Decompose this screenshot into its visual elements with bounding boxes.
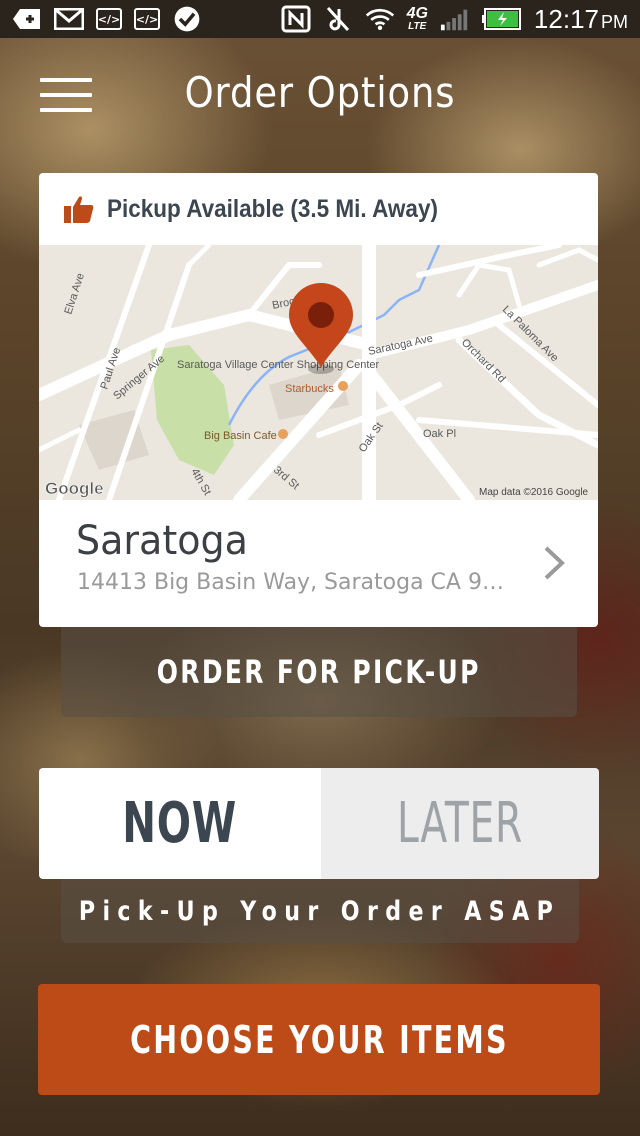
location-card: Pickup Available (3.5 Mi. Away) Elva Ave… xyxy=(39,173,598,627)
map-street-label: Oak Pl xyxy=(423,428,456,440)
choose-items-label: CHOOSE YOUR ITEMS xyxy=(129,1017,509,1062)
pickup-time-note: Pick-Up Your Order ASAP xyxy=(61,879,579,943)
code-icon: </> xyxy=(96,8,122,30)
now-label: NOW xyxy=(122,791,238,856)
map-attribution: Map data ©2016 Google xyxy=(479,487,589,498)
later-option[interactable]: LATER xyxy=(321,768,599,879)
order-for-pickup-button[interactable]: ORDER FOR PICK-UP xyxy=(61,627,577,717)
check-icon xyxy=(172,6,202,32)
network-type: 4G LTE xyxy=(406,5,428,32)
battery-icon xyxy=(481,6,522,32)
cafe-icon xyxy=(338,381,348,391)
asap-note: Pick-Up Your Order ASAP xyxy=(79,895,561,927)
add-icon xyxy=(12,6,42,32)
chevron-right-icon xyxy=(544,546,565,580)
map-place-label: Starbucks xyxy=(285,383,334,395)
store-address: 14413 Big Basin Way, Saratoga CA 95070 xyxy=(77,570,517,595)
code-icon: </> xyxy=(134,8,160,30)
store-map[interactable]: Elva Ave Paul Ave Springer Ave Saratoga … xyxy=(39,245,598,500)
store-name: Saratoga xyxy=(76,518,248,564)
later-label: LATER xyxy=(397,791,523,856)
gmail-icon xyxy=(54,6,84,32)
now-option[interactable]: NOW xyxy=(39,768,321,879)
map-place-label: Big Basin Cafe xyxy=(204,430,277,442)
order-time-toggle: NOW LATER xyxy=(39,768,599,879)
thumbs-up-icon xyxy=(64,196,94,223)
wifi-icon xyxy=(365,6,395,32)
nfc-icon xyxy=(281,5,311,33)
clock: 12:17 PM xyxy=(533,3,628,34)
store-selector[interactable]: Saratoga 14413 Big Basin Way, Saratoga C… xyxy=(39,500,598,627)
pickup-label: Pickup Available (3.5 Mi. Away) xyxy=(107,194,438,223)
choose-items-button[interactable]: CHOOSE YOUR ITEMS xyxy=(38,984,600,1095)
mute-icon xyxy=(323,6,353,32)
header: Order Options xyxy=(0,38,640,158)
status-bar: </> </> 4G LTE 12:17 PM xyxy=(0,0,640,38)
cafe-icon xyxy=(278,429,288,439)
map-place-label: Saratoga Village Center Shopping Center xyxy=(177,359,380,371)
signal-icon xyxy=(440,6,470,32)
pickup-availability: Pickup Available (3.5 Mi. Away) xyxy=(39,173,598,245)
page-title: Order Options xyxy=(184,68,456,117)
google-logo: Google xyxy=(45,479,104,498)
order-for-pickup-label: ORDER FOR PICK-UP xyxy=(156,653,482,691)
